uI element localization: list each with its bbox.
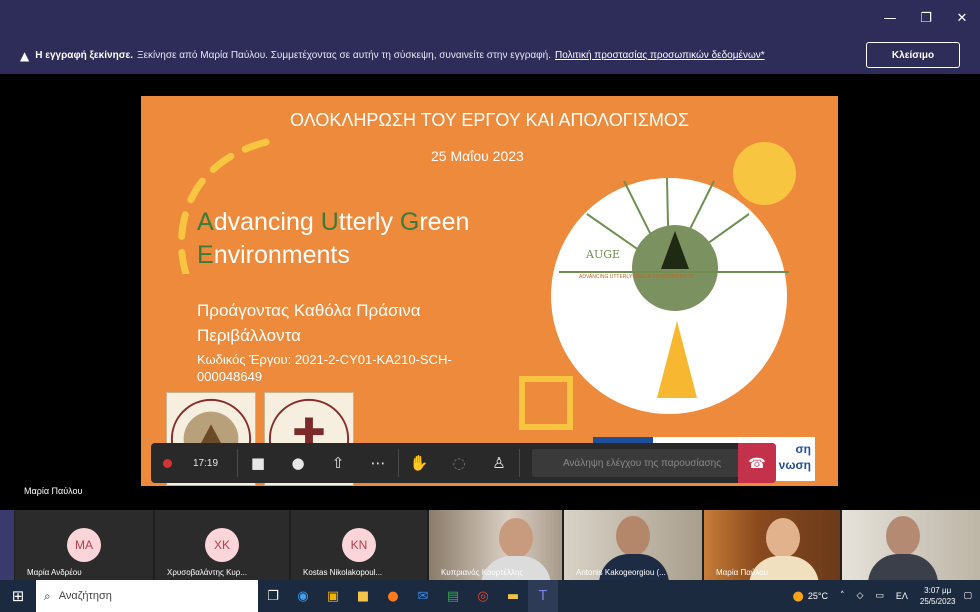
presentation-toolbar: 17:19 ■ ● ⇧ ⋯ ✋ ◌ ♙ Ανάληψη ελέγχου της …	[151, 443, 776, 483]
battery-icon[interactable]: ▭	[875, 591, 884, 601]
participant-name: Μαρία Παύλου	[716, 568, 768, 577]
system-tray: ● 25°C ˄ ◇ ▭ ΕΛ 3:07 μμ 25/5/2023 ▢	[792, 580, 980, 612]
participant-name: Κυπριανός Κουρτέλλης	[441, 568, 524, 577]
store-icon[interactable]: ▣	[318, 580, 348, 612]
minimize-button[interactable]: —	[872, 0, 908, 37]
participants-button[interactable]: ♙	[479, 443, 519, 483]
privacy-policy-link[interactable]: Πολιτική προστασίας προσωπικών δεδομένων…	[555, 50, 765, 61]
participant-face	[499, 518, 533, 558]
presentation-slide: ΟΛΟΚΛΗΡΩΣΗ ΤΟΥ ΕΡΓΟΥ ΚΑΙ ΑΠΟΛΟΓΙΣΜΟΣ 25 …	[141, 96, 838, 486]
hand-icon: ✋	[409, 454, 429, 472]
recording-indicator	[151, 443, 183, 483]
avatar: KN	[342, 528, 376, 562]
share-icon: ⇧	[331, 454, 345, 472]
phone-hangup-icon: ☎	[748, 454, 766, 471]
chat-icon: ◌	[452, 454, 466, 472]
auge-logo-wheel	[551, 177, 789, 414]
camera-button[interactable]: ■	[238, 443, 278, 483]
recording-info-text: Ξεκίνησε από Μαρία Παύλου. Συμμετέχοντας…	[137, 50, 551, 61]
participant-tile[interactable]: ΧΚ Χρυσοβαλάντης Κυρ...	[155, 510, 289, 580]
temperature: 25°C	[807, 591, 828, 601]
participant-video-tile[interactable]: Μαρία Παύλου	[704, 510, 840, 580]
hang-up-button[interactable]: ☎	[738, 443, 776, 483]
participant-face	[616, 516, 650, 556]
participant-name: Kostas Nikolakopoul...	[303, 568, 383, 577]
clock[interactable]: 3:07 μμ 25/5/2023	[920, 585, 956, 607]
yellow-square-decoration	[519, 376, 573, 430]
microphone-icon: ●	[291, 454, 305, 472]
project-name-english: Advancing Utterly Green Environments	[197, 208, 470, 269]
auge-logo-title: AUGE	[586, 248, 621, 261]
chevron-up-icon[interactable]: ˄	[840, 591, 845, 601]
recording-banner: ▲ Η εγγραφή ξεκίνησε. Ξεκίνησε από Μαρία…	[0, 37, 980, 74]
windows-taskbar: ⊞ ⌕ Αναζήτηση ❐ ◉ ▣ ■ ● ✉ ▤ ◎ ▬ T ● 25°C…	[0, 580, 980, 612]
start-button[interactable]: ⊞	[0, 580, 36, 612]
participant-tile[interactable]: KN Kostas Nikolakopoul...	[291, 510, 427, 580]
window-controls: — ❐ ✕	[872, 0, 980, 37]
windows-icon: ⊞	[11, 587, 25, 605]
presenter-name: Μαρία Παύλου	[24, 486, 83, 496]
auge-logo-subtitle: ADVANCING UTTERLY GREEN ENVIRONMENTS	[579, 274, 693, 280]
network-icon[interactable]: ◇	[856, 591, 863, 601]
share-screen-button[interactable]: ⇧	[318, 443, 358, 483]
avatar: MA	[67, 528, 101, 562]
camera-icon: ■	[250, 454, 266, 472]
close-banner-button[interactable]: Κλείσιμο	[866, 42, 960, 68]
more-icon: ⋯	[370, 454, 386, 472]
taskbar-search[interactable]: ⌕ Αναζήτηση	[36, 580, 258, 612]
file-explorer-icon[interactable]: ▬	[498, 580, 528, 612]
mail-icon[interactable]: ✉	[408, 580, 438, 612]
people-icon: ♙	[492, 454, 506, 472]
avatar: ΧΚ	[205, 528, 239, 562]
notifications-icon[interactable]: ▢	[963, 591, 972, 601]
participant-name: Antonis Kakogeorgiou (...	[576, 568, 666, 577]
participant-face	[766, 518, 800, 558]
participant-name: Χρυσοβαλάντης Κυρ...	[167, 568, 247, 577]
participant-tile[interactable]: MA Μαρία Ανδρέου	[15, 510, 153, 580]
sticky-notes-icon[interactable]: ■	[348, 580, 378, 612]
language-indicator[interactable]: ΕΛ	[896, 591, 908, 601]
slide-date: 25 Μαΐου 2023	[431, 148, 524, 164]
record-dot-icon	[162, 458, 172, 468]
edge-icon[interactable]: ◉	[288, 580, 318, 612]
window-titlebar: — ❐ ✕	[0, 0, 980, 37]
meeting-timer: 17:19	[193, 457, 219, 469]
project-name-greek: Προάγοντας Καθόλα Πράσινα Περιβάλλοντα	[197, 301, 421, 345]
more-actions-button[interactable]: ⋯	[358, 443, 398, 483]
project-code: Κωδικός Έργου: 2021-2-CY01-KA210-SCH- 00…	[197, 352, 452, 384]
raise-hand-button[interactable]: ✋	[399, 443, 439, 483]
firefox-icon[interactable]: ●	[378, 580, 408, 612]
strip-left-edge	[0, 510, 14, 580]
participant-video-tile[interactable]: Antonis Kakogeorgiou (...	[564, 510, 702, 580]
chat-button[interactable]: ◌	[439, 443, 479, 483]
participants-strip: MA Μαρία Ανδρέου ΧΚ Χρυσοβαλάντης Κυρ...…	[0, 510, 980, 580]
recording-started-label: Η εγγραφή ξεκίνησε.	[35, 50, 134, 61]
search-icon: ⌕	[44, 588, 51, 603]
participant-name: Μαρία Ανδρέου	[27, 568, 82, 577]
task-view-icon[interactable]: ❐	[258, 580, 288, 612]
teams-icon[interactable]: T	[528, 580, 558, 612]
slide-title: ΟΛΟΚΛΗΡΩΣΗ ΤΟΥ ΕΡΓΟΥ ΚΑΙ ΑΠΟΛΟΓΙΣΜΟΣ	[290, 110, 689, 130]
microphone-button[interactable]: ●	[278, 443, 318, 483]
participant-video-tile[interactable]	[842, 510, 980, 580]
close-window-button[interactable]: ✕	[944, 0, 980, 37]
weather-icon: ●	[792, 588, 804, 604]
excel-icon[interactable]: ▤	[438, 580, 468, 612]
take-control-button[interactable]: Ανάληψη ελέγχου της παρουσίασης	[532, 449, 752, 477]
chrome-icon[interactable]: ◎	[468, 580, 498, 612]
warning-icon: ▲	[20, 48, 30, 63]
participant-video-tile[interactable]: Κυπριανός Κουρτέλλης	[429, 510, 562, 580]
restore-button[interactable]: ❐	[908, 0, 944, 37]
search-placeholder: Αναζήτηση	[58, 590, 112, 602]
participant-face	[886, 516, 920, 556]
